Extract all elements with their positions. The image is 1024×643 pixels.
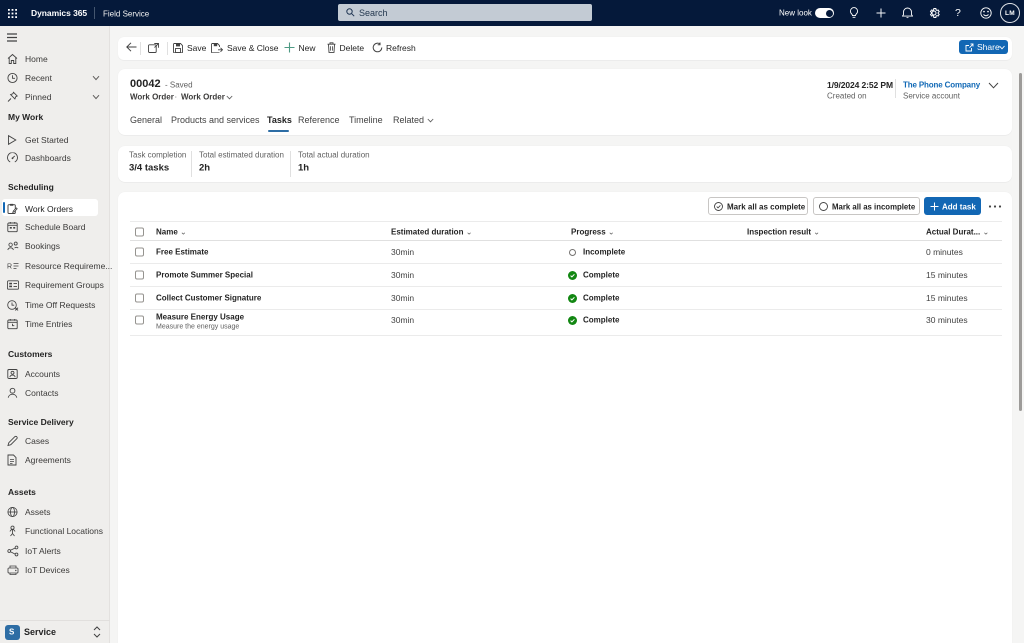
svg-text:R: R xyxy=(7,263,12,270)
